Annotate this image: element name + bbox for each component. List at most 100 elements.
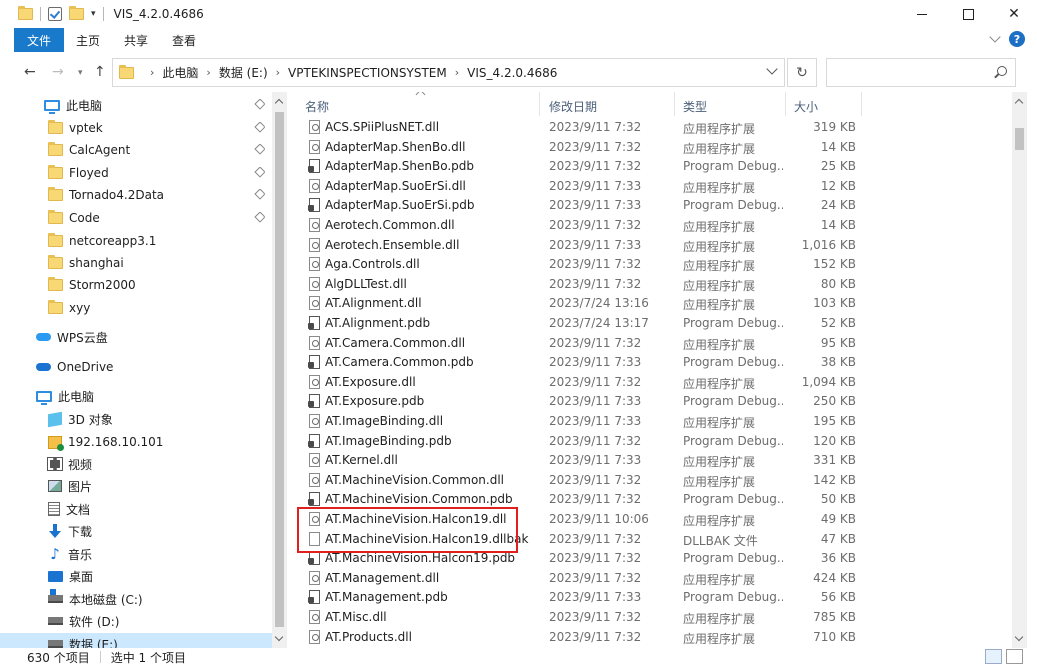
file-row[interactable]: AT.Camera.Common.dll 2023/9/11 7:32 应用程序扩展… <box>289 334 1012 354</box>
file-row[interactable]: AdapterMap.SuoErSi.pdb 2023/9/11 7:33 Prog… <box>289 196 1012 216</box>
sidebar-item[interactable]: 3D 对象 <box>0 408 272 430</box>
pin-icon[interactable] <box>254 98 266 110</box>
file-row[interactable]: AT.Alignment.dll 2023/7/24 13:16 应用程序扩展 103… <box>289 294 1012 314</box>
tab-home[interactable]: 主页 <box>64 28 112 52</box>
file-row[interactable]: AT.MachineVision.Common.dll 2023/9/11 7:3… <box>289 471 1012 491</box>
file-row[interactable]: AT.ImageBinding.pdb 2023/9/11 7:32 Program… <box>289 432 1012 452</box>
file-row[interactable]: AlgDLLTest.dll 2023/9/11 7:32 应用程序扩展 80 KB <box>289 275 1012 295</box>
file-row[interactable]: AT.Misc.dll 2023/9/11 7:32 应用程序扩展 785 KB <box>289 608 1012 628</box>
file-row[interactable]: AT.Management.pdb 2023/9/11 7:33 Program D… <box>289 588 1012 608</box>
sidebar-item[interactable]: 192.168.10.101 <box>0 431 272 453</box>
minimize-button[interactable] <box>899 0 945 28</box>
sidebar-item[interactable]: 软件 (D:) <box>0 610 272 632</box>
address-bar[interactable]: › 此电脑 › 数据 (E:) › VPTEKINSPECTIONSYSTEM … <box>112 58 785 87</box>
scroll-down-icon[interactable] <box>1014 632 1024 642</box>
file-row[interactable]: AT.Kernel.dll 2023/9/11 7:33 应用程序扩展 331 KB <box>289 451 1012 471</box>
file-row[interactable]: AdapterMap.ShenBo.pdb 2023/9/11 7:32 Progr… <box>289 157 1012 177</box>
breadcrumb-drive-e[interactable]: 数据 (E:) <box>219 64 268 81</box>
scroll-up-icon[interactable] <box>274 98 284 108</box>
sidebar-item[interactable]: CalcAgent <box>0 139 272 161</box>
chevron-right-icon[interactable]: › <box>206 66 210 79</box>
scroll-down-icon[interactable] <box>274 632 284 642</box>
column-header-size[interactable]: 大小 <box>794 98 818 115</box>
refresh-button[interactable]: ↻ <box>787 58 817 87</box>
tab-share[interactable]: 共享 <box>112 28 160 52</box>
sidebar-item[interactable]: 视频 <box>0 453 272 475</box>
column-divider[interactable] <box>539 92 540 116</box>
details-view-icon[interactable] <box>985 649 1002 664</box>
column-divider[interactable] <box>861 92 862 116</box>
sidebar-item[interactable]: Tornado4.2Data <box>0 184 272 206</box>
column-divider[interactable] <box>674 92 675 116</box>
file-row[interactable]: AT.Alignment.pdb 2023/7/24 13:17 Program D… <box>289 314 1012 334</box>
sidebar-item[interactable]: Code <box>0 207 272 229</box>
tab-view[interactable]: 查看 <box>160 28 208 52</box>
address-history-chevron-icon[interactable] <box>766 63 778 75</box>
sidebar-item[interactable]: netcoreapp3.1 <box>0 230 272 252</box>
sidebar-item[interactable]: 本地磁盘 (C:) <box>0 588 272 610</box>
sidebar-item[interactable]: xyy <box>0 297 272 319</box>
pin-icon[interactable] <box>254 166 266 178</box>
pin-icon[interactable] <box>254 188 266 200</box>
customize-toolbar-icon[interactable]: ▾ <box>91 9 96 19</box>
pin-icon[interactable] <box>254 121 266 133</box>
column-header-type[interactable]: 类型 <box>683 98 707 115</box>
sidebar-item[interactable]: 此电脑 <box>0 385 272 407</box>
chevron-right-icon[interactable]: › <box>455 66 459 79</box>
back-button[interactable]: ← <box>24 64 36 80</box>
pin-icon[interactable] <box>254 143 266 155</box>
sidebar-item[interactable]: vptek <box>0 117 272 139</box>
file-row[interactable]: AdapterMap.SuoErSi.dll 2023/9/11 7:33 应用程序… <box>289 177 1012 197</box>
address-row: ← → ▾ ↑ › 此电脑 › 数据 (E:) › VPTEKINSPECTIO… <box>0 52 1037 92</box>
file-row[interactable]: Aerotech.Common.dll 2023/9/11 7:32 应用程序扩展 1… <box>289 216 1012 236</box>
search-input[interactable] <box>826 58 1016 87</box>
file-row[interactable]: AdapterMap.ShenBo.dll 2023/9/11 7:32 应用程序扩… <box>289 138 1012 158</box>
recent-locations-icon[interactable]: ▾ <box>78 68 83 78</box>
sidebar-item[interactable]: 下载 <box>0 520 272 542</box>
sidebar-item[interactable]: WPS云盘 <box>0 326 272 348</box>
sidebar-item[interactable]: 数据 (E:) <box>0 633 272 648</box>
pin-icon[interactable] <box>254 211 266 223</box>
column-header-name[interactable]: 名称 <box>305 98 329 115</box>
large-icons-view-icon[interactable] <box>1006 649 1023 664</box>
column-divider[interactable] <box>785 92 786 116</box>
navigation-scrollbar[interactable] <box>272 92 287 648</box>
chevron-right-icon[interactable]: › <box>150 66 154 79</box>
file-row[interactable]: Aerotech.Ensemble.dll 2023/9/11 7:33 应用程序扩… <box>289 236 1012 256</box>
properties-icon[interactable] <box>48 7 62 21</box>
file-list-scrollbar[interactable] <box>1012 92 1027 648</box>
sidebar-item[interactable]: 此电脑 <box>0 94 272 116</box>
file-row[interactable]: AT.Exposure.dll 2023/9/11 7:32 应用程序扩展 1,094… <box>289 373 1012 393</box>
sidebar-item[interactable]: Floyed <box>0 162 272 184</box>
forward-button[interactable]: → <box>52 64 64 80</box>
file-row[interactable]: AT.Exposure.pdb 2023/9/11 7:33 Program Deb… <box>289 392 1012 412</box>
new-folder-icon[interactable] <box>69 6 84 20</box>
close-button[interactable]: ✕ <box>991 0 1037 28</box>
column-header-date[interactable]: 修改日期 <box>549 98 597 115</box>
file-row[interactable]: AT.Management.dll 2023/9/11 7:32 应用程序扩展 424… <box>289 569 1012 589</box>
scrollbar-thumb[interactable] <box>275 112 284 627</box>
up-button[interactable]: ↑ <box>94 64 106 80</box>
sidebar-item[interactable]: OneDrive <box>0 356 272 378</box>
breadcrumb-vis-folder[interactable]: VIS_4.2.0.4686 <box>467 66 557 80</box>
scrollbar-thumb[interactable] <box>1015 128 1024 150</box>
file-row[interactable]: Aga.Controls.dll 2023/9/11 7:32 应用程序扩展 152 … <box>289 255 1012 275</box>
sidebar-item[interactable]: shanghai <box>0 252 272 274</box>
maximize-button[interactable] <box>945 0 991 28</box>
tab-file[interactable]: 文件 <box>14 28 65 52</box>
sidebar-item[interactable]: 图片 <box>0 475 272 497</box>
chevron-right-icon[interactable]: › <box>276 66 280 79</box>
breadcrumb-this-pc[interactable]: 此电脑 <box>162 64 198 81</box>
file-row[interactable]: AT.ImageBinding.dll 2023/9/11 7:33 应用程序扩展 1… <box>289 412 1012 432</box>
sidebar-item[interactable]: 桌面 <box>0 565 272 587</box>
sidebar-item[interactable]: Storm2000 <box>0 274 272 296</box>
breadcrumb-vptekinspectionsystem[interactable]: VPTEKINSPECTIONSYSTEM <box>288 66 447 80</box>
sidebar-item[interactable]: 文档 <box>0 498 272 520</box>
sidebar-item[interactable]: ♪ 音乐 <box>0 543 272 565</box>
scroll-up-icon[interactable] <box>1014 98 1024 108</box>
file-row[interactable]: ACS.SPiiPlusNET.dll 2023/9/11 7:32 应用程序扩展 3… <box>289 118 1012 138</box>
expand-ribbon-icon[interactable] <box>989 31 1001 43</box>
file-row[interactable]: AT.Camera.Common.pdb 2023/9/11 7:33 Progra… <box>289 353 1012 373</box>
file-row[interactable]: AT.Products.dll 2023/9/11 7:32 应用程序扩展 710 K… <box>289 628 1012 648</box>
help-icon[interactable]: ? <box>1009 31 1025 47</box>
